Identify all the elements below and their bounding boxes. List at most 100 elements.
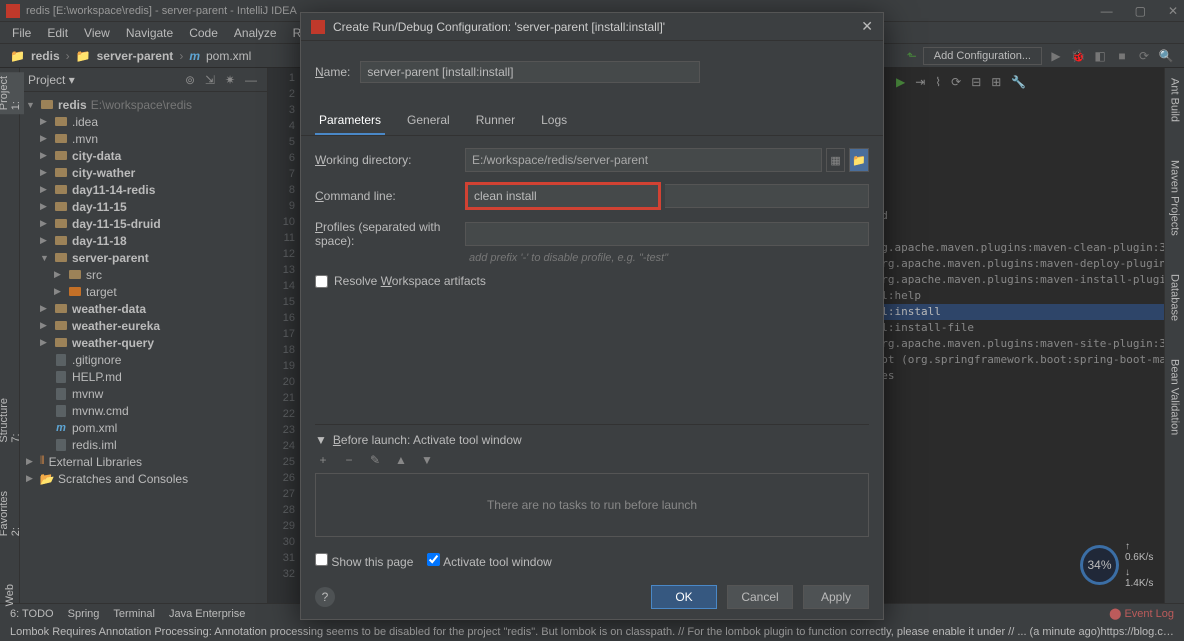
help-button[interactable]: ? <box>315 587 335 607</box>
search-everywhere-icon[interactable]: 🔍 <box>1158 48 1174 64</box>
completion-item[interactable]: (org.apache.maven.plugins:maven-site-plu… <box>864 336 1164 352</box>
minimize-button[interactable]: — <box>1101 4 1113 18</box>
tree-item[interactable]: ▶weather-eureka <box>20 317 267 334</box>
menu-file[interactable]: File <box>4 24 39 42</box>
tree-item[interactable]: ▶city-data <box>20 147 267 164</box>
tab-terminal[interactable]: Terminal <box>113 608 155 620</box>
tree-item[interactable]: ▶day-11-18 <box>20 232 267 249</box>
run-icon[interactable]: ▶ <box>1048 48 1064 64</box>
close-button[interactable]: ✕ <box>1168 4 1178 18</box>
reimport-icon[interactable]: ⟳ <box>951 75 961 89</box>
tree-item[interactable]: ▶day11-14-redis <box>20 181 267 198</box>
move-up-button[interactable]: ▲ <box>393 453 409 467</box>
completion-item[interactable]: all:install <box>864 304 1164 320</box>
menu-view[interactable]: View <box>76 24 118 42</box>
tab-structure[interactable]: 7: Structure <box>0 394 24 447</box>
profiles-input[interactable] <box>465 222 869 246</box>
tab-project[interactable]: 1: Project <box>0 72 24 114</box>
cancel-button[interactable]: Cancel <box>727 585 793 609</box>
tree-item[interactable]: ▶weather-query <box>20 334 267 351</box>
toggle-offline-icon[interactable]: ⌇ <box>935 75 941 89</box>
completion-item[interactable]: org.apache.maven.plugins:maven-clean-plu… <box>864 240 1164 256</box>
tab-general[interactable]: General <box>403 107 454 135</box>
scratches[interactable]: ▶📂Scratches and Consoles <box>20 470 267 487</box>
dialog-close-button[interactable]: ✕ <box>861 18 873 35</box>
completion-item[interactable]: ka <box>864 384 1164 400</box>
breadcrumb-root[interactable]: redis <box>31 49 60 63</box>
tab-web[interactable]: Web <box>2 580 18 610</box>
stop-icon[interactable]: ■ <box>1114 48 1130 64</box>
tab-maven-projects[interactable]: Maven Projects <box>1167 156 1183 240</box>
tab-database[interactable]: Database <box>1167 270 1183 325</box>
activate-tool-window-checkbox[interactable]: Activate tool window <box>427 553 551 569</box>
update-project-icon[interactable]: ⟳ <box>1136 48 1152 64</box>
completion-item[interactable]: cies <box>864 368 1164 384</box>
settings-icon[interactable]: ✷ <box>225 73 239 87</box>
share-checkbox[interactable]: Share <box>720 65 883 79</box>
tree-item[interactable]: ▶src <box>20 266 267 283</box>
tab-java-enterprise[interactable]: Java Enterprise <box>169 608 245 620</box>
tree-item[interactable]: mvnw.cmd <box>20 402 267 419</box>
back-icon[interactable]: ⬑ <box>907 49 917 63</box>
settings-icon[interactable]: 🔧 <box>1011 75 1026 89</box>
completion-item[interactable]: all:install-file <box>864 320 1164 336</box>
tree-item[interactable]: ▶.mvn <box>20 130 267 147</box>
completion-item[interactable]: boot (org.springframework.boot:spring-bo… <box>864 352 1164 368</box>
tree-item[interactable]: ▶.idea <box>20 113 267 130</box>
menu-code[interactable]: Code <box>181 24 226 42</box>
working-directory-input[interactable] <box>465 148 822 172</box>
completion-popup[interactable]: uidis org.apache.maven.plugins:maven-cle… <box>864 208 1164 416</box>
completion-item[interactable]: (org.apache.maven.plugins:maven-install-… <box>864 272 1164 288</box>
tree-item[interactable]: mpom.xml <box>20 419 267 436</box>
breadcrumb-file[interactable]: pom.xml <box>206 49 251 63</box>
maximize-button[interactable]: ▢ <box>1135 4 1146 18</box>
coverage-icon[interactable]: ◧ <box>1092 48 1108 64</box>
move-down-button[interactable]: ▼ <box>419 453 435 467</box>
execute-icon[interactable]: ⇥ <box>915 75 925 89</box>
tree-item[interactable]: ▼server-parent <box>20 249 267 266</box>
tab-parameters[interactable]: Parameters <box>315 107 385 135</box>
command-line-input[interactable] <box>465 182 661 210</box>
expand-icon[interactable]: ⊞ <box>991 75 1001 89</box>
hide-icon[interactable]: — <box>245 73 259 87</box>
edit-task-button[interactable]: ✎ <box>367 453 383 467</box>
breadcrumb-module[interactable]: server-parent <box>97 49 174 63</box>
tree-item[interactable]: ▶day-11-15-druid <box>20 215 267 232</box>
completion-item[interactable]: (org.apache.maven.plugins:maven-deploy-p… <box>864 256 1164 272</box>
debug-icon[interactable]: 🐞 <box>1070 48 1086 64</box>
add-task-button[interactable]: + <box>315 453 331 467</box>
menu-navigate[interactable]: Navigate <box>118 24 181 42</box>
completion-item[interactable]: is <box>864 224 1164 240</box>
completion-item[interactable]: y <box>864 400 1164 416</box>
collapse-all-icon[interactable]: ⇲ <box>205 73 219 87</box>
remove-task-button[interactable]: − <box>341 453 357 467</box>
apply-button[interactable]: Apply <box>803 585 869 609</box>
insert-macro-button[interactable]: ▦ <box>826 148 846 172</box>
tab-ant-build[interactable]: Ant Build <box>1167 74 1183 126</box>
tree-item[interactable]: HELP.md <box>20 368 267 385</box>
tab-logs[interactable]: Logs <box>537 107 571 135</box>
tab-spring[interactable]: Spring <box>68 608 100 620</box>
menu-edit[interactable]: Edit <box>39 24 76 42</box>
tab-favorites[interactable]: 2: Favorites <box>0 487 24 540</box>
tree-item[interactable]: ▶city-wather <box>20 164 267 181</box>
run-configuration-dropdown[interactable]: Add Configuration... <box>923 47 1042 65</box>
event-log-button[interactable]: ⬤ Event Log <box>1109 607 1174 620</box>
locate-icon[interactable]: ⊚ <box>185 73 199 87</box>
completion-item[interactable]: all:help <box>864 288 1164 304</box>
show-this-page-checkbox[interactable]: Show this page <box>315 553 413 569</box>
run-icon[interactable]: ▶ <box>896 75 905 89</box>
completion-item[interactable]: uid <box>864 208 1164 224</box>
browse-button[interactable]: 📁 <box>849 148 869 172</box>
command-line-ext-input[interactable] <box>665 184 869 208</box>
tab-bean-validation[interactable]: Bean Validation <box>1167 355 1183 439</box>
ok-button[interactable]: OK <box>651 585 717 609</box>
menu-analyze[interactable]: Analyze <box>226 24 285 42</box>
tree-item[interactable]: ▶day-11-15 <box>20 198 267 215</box>
resolve-workspace-checkbox[interactable]: Resolve Workspace artifacts <box>315 274 869 288</box>
tree-root[interactable]: ▼redis E:\workspace\redis <box>20 96 267 113</box>
tree-item[interactable]: .gitignore <box>20 351 267 368</box>
tree-item[interactable]: ▶target <box>20 283 267 300</box>
collapse-icon[interactable]: ⊟ <box>971 75 981 89</box>
before-launch-header[interactable]: ▼ Before launch: Activate tool window <box>315 433 869 447</box>
